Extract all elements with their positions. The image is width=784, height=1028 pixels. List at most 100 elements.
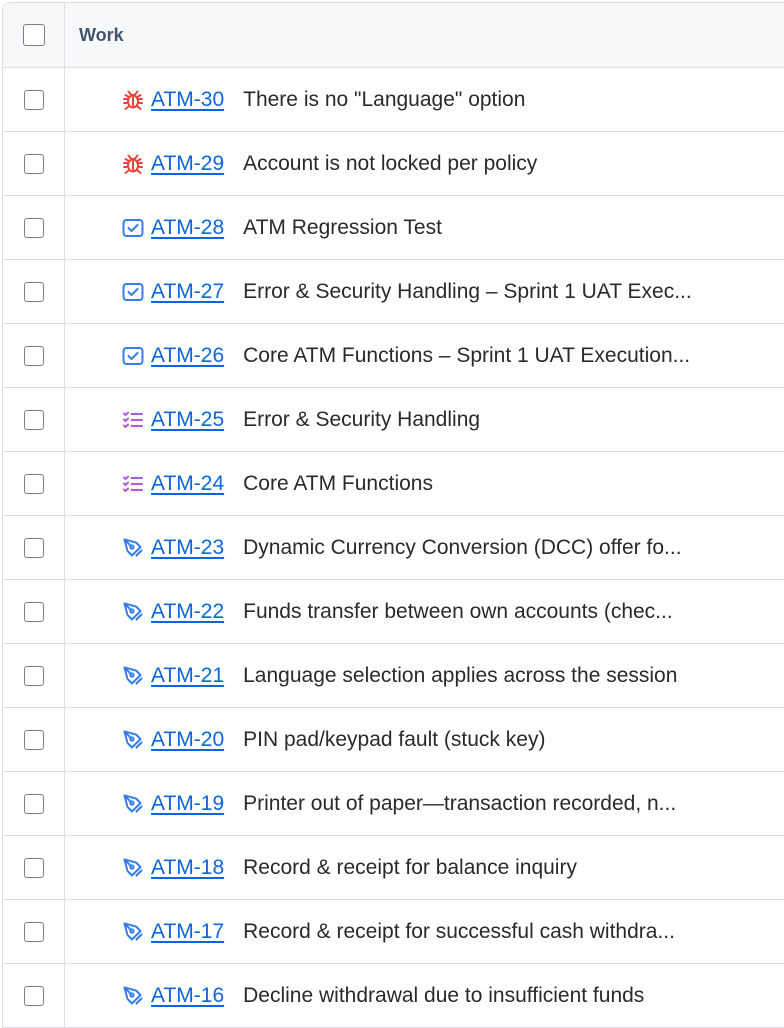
- select-all-checkbox[interactable]: [22, 24, 45, 46]
- table-row[interactable]: ATM-26 Core ATM Functions – Sprint 1 UAT…: [3, 324, 784, 388]
- row-checkbox-cell: [3, 324, 65, 387]
- row-checkbox[interactable]: [23, 793, 44, 814]
- issue-summary[interactable]: Funds transfer between own accounts (che…: [243, 600, 673, 624]
- work-cell: ATM-26 Core ATM Functions – Sprint 1 UAT…: [65, 324, 784, 387]
- table-row[interactable]: ATM-18 Record & receipt for balance inqu…: [3, 836, 784, 900]
- row-checkbox[interactable]: [23, 729, 44, 750]
- bug-icon: [121, 152, 145, 176]
- issue-key-link[interactable]: ATM-25: [151, 408, 224, 432]
- row-checkbox[interactable]: [23, 601, 44, 622]
- table-row[interactable]: ATM-30 There is no "Language" option: [3, 68, 784, 132]
- work-cell: ATM-16 Decline withdrawal due to insuffi…: [65, 964, 784, 1027]
- issue-summary[interactable]: Core ATM Functions: [243, 472, 433, 496]
- table-row[interactable]: ATM-20 PIN pad/keypad fault (stuck key): [3, 708, 784, 772]
- checklist-icon: [121, 408, 145, 432]
- row-checkbox-cell: [3, 68, 65, 131]
- table-row[interactable]: ATM-24 Core ATM Functions: [3, 452, 784, 516]
- issue-summary[interactable]: Error & Security Handling – Sprint 1 UAT…: [243, 280, 692, 304]
- issue-key-link[interactable]: ATM-18: [151, 856, 224, 880]
- pen-tool-icon: [121, 664, 145, 688]
- table-row[interactable]: ATM-29 Account is not locked per policy: [3, 132, 784, 196]
- checkbox-icon: [121, 344, 145, 368]
- row-checkbox-cell: [3, 708, 65, 771]
- work-cell: ATM-28 ATM Regression Test: [65, 196, 784, 259]
- table-row[interactable]: ATM-16 Decline withdrawal due to insuffi…: [3, 964, 784, 1028]
- work-cell: ATM-22 Funds transfer between own accoun…: [65, 580, 784, 643]
- row-checkbox-cell: [3, 772, 65, 835]
- issue-key-link[interactable]: ATM-24: [151, 472, 224, 496]
- row-checkbox[interactable]: [23, 409, 44, 430]
- issue-summary[interactable]: Error & Security Handling: [243, 408, 480, 432]
- issue-key-link[interactable]: ATM-22: [151, 600, 224, 624]
- table-body: ATM-30 There is no "Language" option ATM…: [3, 68, 784, 1028]
- table-row[interactable]: ATM-22 Funds transfer between own accoun…: [3, 580, 784, 644]
- work-cell: ATM-30 There is no "Language" option: [65, 68, 784, 131]
- pen-tool-icon: [121, 984, 145, 1008]
- pen-tool-icon: [121, 728, 145, 752]
- issue-key-link[interactable]: ATM-23: [151, 536, 224, 560]
- checkbox-icon: [121, 280, 145, 304]
- table-header: Work: [3, 3, 784, 68]
- work-cell: ATM-23 Dynamic Currency Conversion (DCC)…: [65, 516, 784, 579]
- issue-key-link[interactable]: ATM-21: [151, 664, 224, 688]
- issue-key-link[interactable]: ATM-19: [151, 792, 224, 816]
- work-cell: ATM-18 Record & receipt for balance inqu…: [65, 836, 784, 899]
- table-row[interactable]: ATM-25 Error & Security Handling: [3, 388, 784, 452]
- row-checkbox[interactable]: [23, 89, 44, 110]
- issue-summary[interactable]: There is no "Language" option: [243, 88, 525, 112]
- work-cell: ATM-24 Core ATM Functions: [65, 452, 784, 515]
- row-checkbox[interactable]: [23, 857, 44, 878]
- issue-summary[interactable]: Core ATM Functions – Sprint 1 UAT Execut…: [243, 344, 690, 368]
- pen-tool-icon: [121, 856, 145, 880]
- row-checkbox[interactable]: [23, 985, 44, 1006]
- pen-tool-icon: [121, 792, 145, 816]
- issue-key-link[interactable]: ATM-26: [151, 344, 224, 368]
- table-row[interactable]: ATM-19 Printer out of paper—transaction …: [3, 772, 784, 836]
- row-checkbox[interactable]: [23, 281, 44, 302]
- table-row[interactable]: ATM-28 ATM Regression Test: [3, 196, 784, 260]
- issue-summary[interactable]: ATM Regression Test: [243, 216, 442, 240]
- row-checkbox[interactable]: [23, 473, 44, 494]
- issue-key-link[interactable]: ATM-20: [151, 728, 224, 752]
- bug-icon: [121, 88, 145, 112]
- row-checkbox-cell: [3, 900, 65, 963]
- table-row[interactable]: ATM-27 Error & Security Handling – Sprin…: [3, 260, 784, 324]
- work-cell: ATM-25 Error & Security Handling: [65, 388, 784, 451]
- row-checkbox-cell: [3, 516, 65, 579]
- work-cell: ATM-17 Record & receipt for successful c…: [65, 900, 784, 963]
- issue-key-link[interactable]: ATM-29: [151, 152, 224, 176]
- row-checkbox[interactable]: [23, 217, 44, 238]
- work-column-header[interactable]: Work: [65, 25, 124, 46]
- table-row[interactable]: ATM-17 Record & receipt for successful c…: [3, 900, 784, 964]
- issue-summary[interactable]: Language selection applies across the se…: [243, 664, 677, 688]
- issue-key-link[interactable]: ATM-16: [151, 984, 224, 1008]
- issue-summary[interactable]: Account is not locked per policy: [243, 152, 537, 176]
- checklist-icon: [121, 472, 145, 496]
- issue-summary[interactable]: Dynamic Currency Conversion (DCC) offer …: [243, 536, 681, 560]
- row-checkbox[interactable]: [23, 921, 44, 942]
- row-checkbox-cell: [3, 580, 65, 643]
- row-checkbox[interactable]: [23, 345, 44, 366]
- issue-key-link[interactable]: ATM-27: [151, 280, 224, 304]
- issue-summary[interactable]: Printer out of paper—transaction recorde…: [243, 792, 676, 816]
- pen-tool-icon: [121, 920, 145, 944]
- row-checkbox[interactable]: [23, 537, 44, 558]
- issue-summary[interactable]: PIN pad/keypad fault (stuck key): [243, 728, 545, 752]
- work-cell: ATM-21 Language selection applies across…: [65, 644, 784, 707]
- work-cell: ATM-27 Error & Security Handling – Sprin…: [65, 260, 784, 323]
- issue-key-link[interactable]: ATM-30: [151, 88, 224, 112]
- row-checkbox[interactable]: [23, 153, 44, 174]
- row-checkbox[interactable]: [23, 665, 44, 686]
- issue-summary[interactable]: Decline withdrawal due to insufficient f…: [243, 984, 644, 1008]
- issue-key-link[interactable]: ATM-28: [151, 216, 224, 240]
- work-cell: ATM-20 PIN pad/keypad fault (stuck key): [65, 708, 784, 771]
- row-checkbox-cell: [3, 964, 65, 1027]
- issue-key-link[interactable]: ATM-17: [151, 920, 224, 944]
- table-row[interactable]: ATM-23 Dynamic Currency Conversion (DCC)…: [3, 516, 784, 580]
- pen-tool-icon: [121, 536, 145, 560]
- table-row[interactable]: ATM-21 Language selection applies across…: [3, 644, 784, 708]
- issue-summary[interactable]: Record & receipt for balance inquiry: [243, 856, 577, 880]
- row-checkbox-cell: [3, 132, 65, 195]
- work-cell: ATM-29 Account is not locked per policy: [65, 132, 784, 195]
- issue-summary[interactable]: Record & receipt for successful cash wit…: [243, 920, 675, 944]
